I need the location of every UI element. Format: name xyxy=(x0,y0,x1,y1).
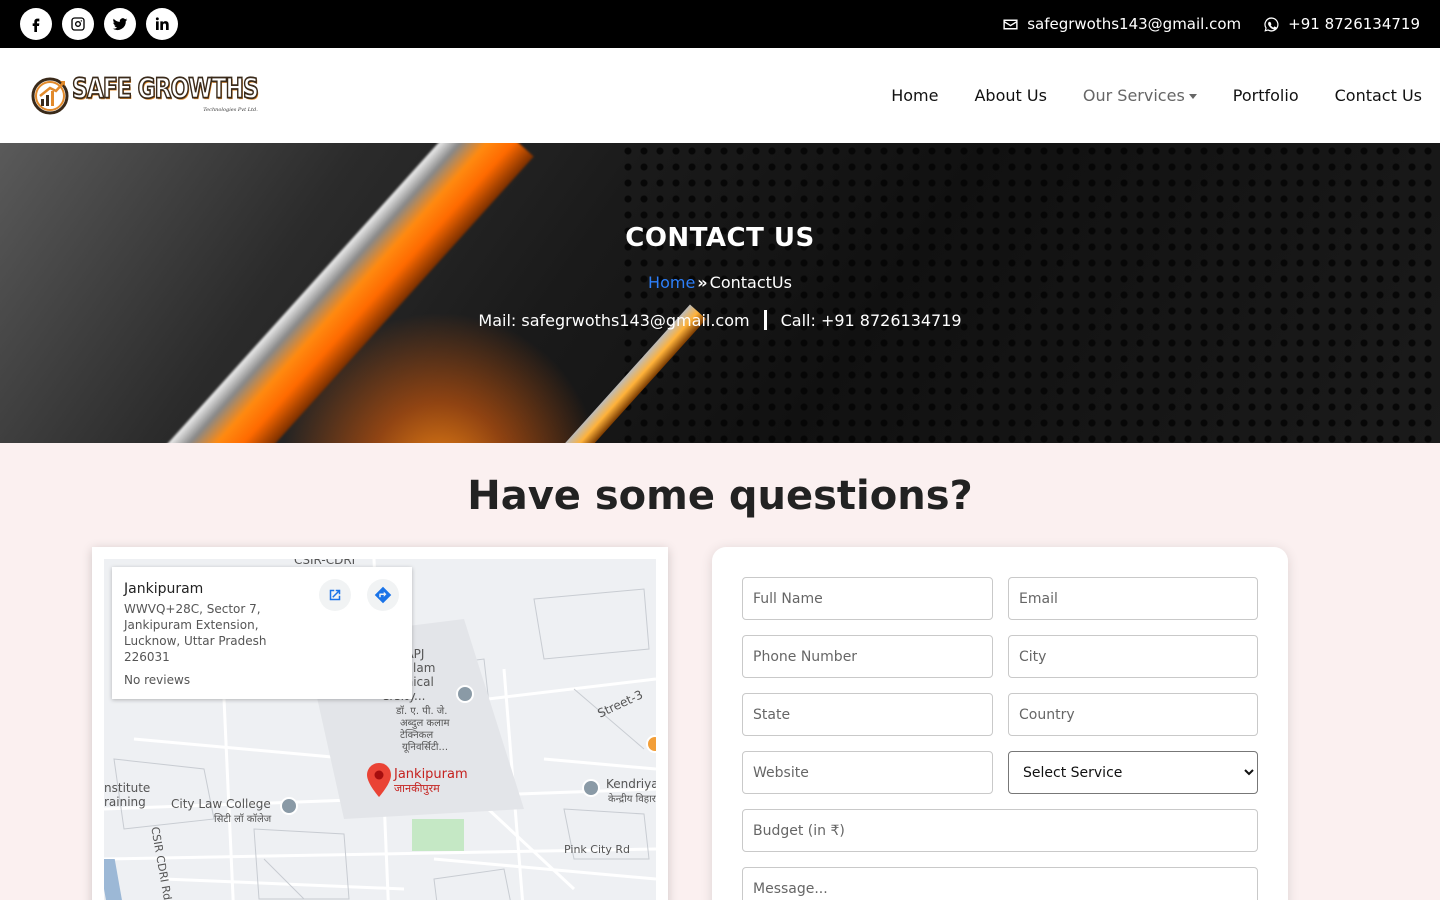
top-bar: safegrwoths143@gmail.com +91 8726134719 xyxy=(0,0,1440,48)
map-label: raining xyxy=(104,795,146,809)
logo-name: SAFE GROWTHS xyxy=(71,73,259,105)
place-address: WWVQ+28C, Sector 7, Jankipuram Extension… xyxy=(124,602,267,664)
facebook-icon xyxy=(32,18,40,32)
open-in-maps-button[interactable] xyxy=(319,579,351,611)
map-label: City Law College xyxy=(171,797,271,811)
twitter-icon xyxy=(112,18,128,31)
hero-banner: CONTACT US Home » ContactUs Mail: safegr… xyxy=(0,143,1440,443)
mail-icon xyxy=(1003,19,1018,29)
instagram-icon xyxy=(71,17,85,31)
hero-call[interactable]: Call: +91 8726134719 xyxy=(781,311,962,330)
map-label: Pink City Rd xyxy=(564,843,630,856)
email-input[interactable] xyxy=(1008,577,1258,620)
hero-content: CONTACT US Home » ContactUs Mail: safegr… xyxy=(0,143,1440,443)
breadcrumb: Home » ContactUs xyxy=(648,273,792,292)
contact-form: Select Service xyxy=(742,577,1258,900)
website-input[interactable] xyxy=(742,751,993,794)
place-reviews[interactable]: No reviews xyxy=(124,673,400,687)
nav-home[interactable]: Home xyxy=(891,86,938,105)
contact-form-card: Select Service xyxy=(712,547,1288,900)
page-title: CONTACT US xyxy=(625,223,815,253)
breadcrumb-current: ContactUs xyxy=(709,273,792,292)
message-input[interactable] xyxy=(742,867,1258,900)
linkedin-icon xyxy=(155,17,169,30)
instagram-link[interactable] xyxy=(62,8,94,40)
logo[interactable]: SAFE GROWTHS Technologies Pvt Ltd. xyxy=(30,73,260,116)
college-poi-icon[interactable] xyxy=(280,797,298,815)
map-pin-icon[interactable] xyxy=(366,763,392,797)
top-email-text: safegrwoths143@gmail.com xyxy=(1027,15,1242,33)
logo-mark-icon xyxy=(31,77,69,114)
main-nav: Home About Us Our Services Portfolio Con… xyxy=(891,86,1422,105)
nav-about[interactable]: About Us xyxy=(974,86,1046,105)
map-card: CSIR-CDRI r. APJ Kalam hnical ersity... … xyxy=(92,547,668,900)
map-park xyxy=(412,819,464,851)
section-title: Have some questions? xyxy=(467,473,973,519)
caret-down-icon xyxy=(1188,94,1197,99)
nav-services-label: Our Services xyxy=(1082,86,1185,105)
service-select[interactable]: Select Service xyxy=(1008,751,1258,794)
social-links xyxy=(20,8,178,40)
city-input[interactable] xyxy=(1008,635,1258,678)
directions-button[interactable] xyxy=(367,579,399,611)
map-label: Kendriya xyxy=(606,777,656,791)
linkedin-link[interactable] xyxy=(146,8,178,40)
phone-input[interactable] xyxy=(742,635,993,678)
whatsapp-icon xyxy=(1264,16,1279,32)
budget-input[interactable] xyxy=(742,809,1258,852)
map-label: nstitute xyxy=(104,781,151,795)
top-contact-info: safegrwoths143@gmail.com +91 8726134719 xyxy=(1002,15,1420,33)
nav-services-dropdown[interactable]: Our Services xyxy=(1083,86,1197,105)
contact-cards: CSIR-CDRI r. APJ Kalam hnical ersity... … xyxy=(0,547,1440,900)
state-input[interactable] xyxy=(742,693,993,736)
nav-contact[interactable]: Contact Us xyxy=(1335,86,1422,105)
external-link-icon xyxy=(329,589,341,601)
country-input[interactable] xyxy=(1008,693,1258,736)
map-embed[interactable]: CSIR-CDRI r. APJ Kalam hnical ersity... … xyxy=(104,559,656,900)
logo-subtitle: Technologies Pvt Ltd. xyxy=(203,106,258,113)
directions-icon xyxy=(374,586,392,604)
map-label: Jankipuram xyxy=(394,767,468,782)
breadcrumb-separator-icon: » xyxy=(697,273,708,292)
place-name: Jankipuram xyxy=(124,581,204,597)
twitter-link[interactable] xyxy=(104,8,136,40)
top-phone[interactable]: +91 8726134719 xyxy=(1263,15,1420,33)
map-label: CSIR-CDRI xyxy=(294,559,356,567)
map-label: सिटी लॉ कॉलेज xyxy=(214,814,272,825)
hero-divider xyxy=(763,310,767,330)
top-phone-text: +91 8726134719 xyxy=(1288,15,1420,33)
map-label: यूनिवर्सिटी... xyxy=(402,742,449,753)
map-info-card: Jankipuram WWVQ+28C, Sector 7, Jankipura… xyxy=(112,567,412,699)
hero-mail[interactable]: Mail: safegrwoths143@gmail.com xyxy=(478,311,749,330)
logo-text: SAFE GROWTHS Technologies Pvt Ltd. xyxy=(71,73,259,113)
navbar: SAFE GROWTHS Technologies Pvt Ltd. Home … xyxy=(0,48,1440,143)
nav-portfolio[interactable]: Portfolio xyxy=(1233,86,1299,105)
breadcrumb-home[interactable]: Home xyxy=(648,273,695,292)
full-name-input[interactable] xyxy=(742,577,993,620)
hero-contact: Mail: safegrwoths143@gmail.com Call: +91… xyxy=(478,310,962,330)
facebook-link[interactable] xyxy=(20,8,52,40)
university-poi-icon[interactable] xyxy=(456,685,474,703)
map-label: जानकीपुरम xyxy=(394,782,440,795)
kendriya-poi-icon[interactable] xyxy=(582,779,600,797)
top-email[interactable]: safegrwoths143@gmail.com xyxy=(1002,15,1241,33)
map-label: केन्द्रीय विहार xyxy=(608,794,656,805)
